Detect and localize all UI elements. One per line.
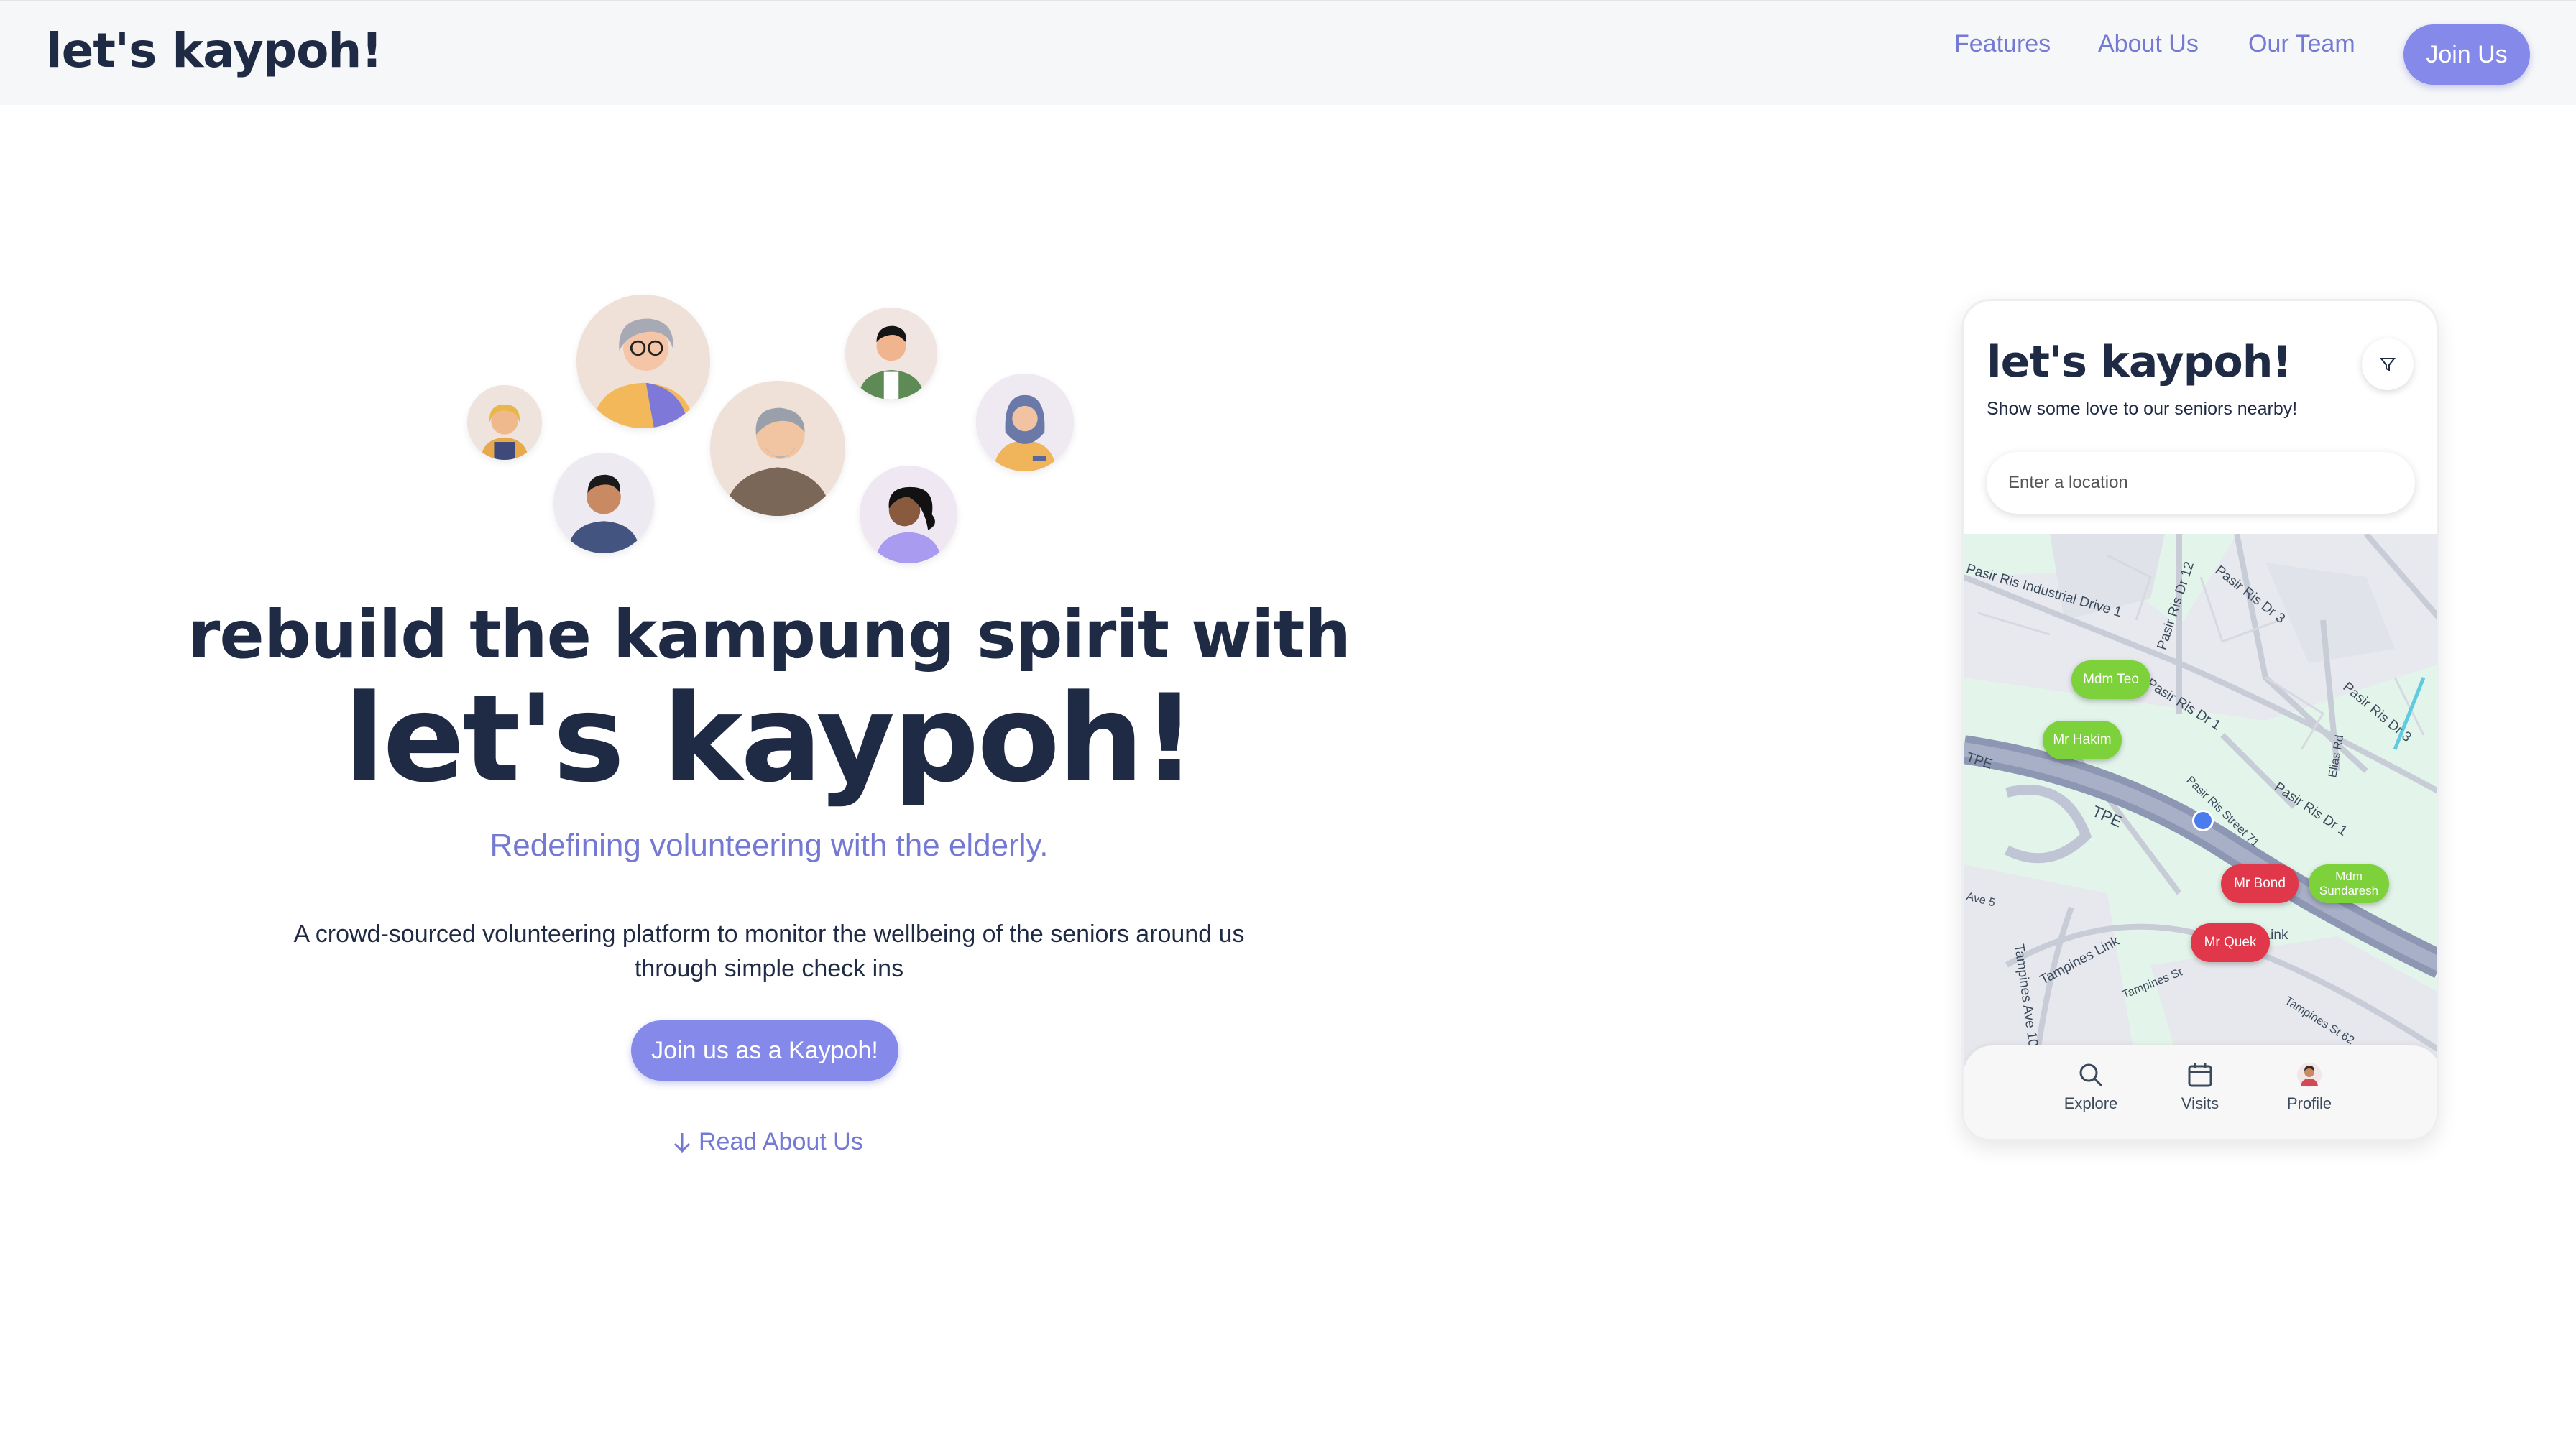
avatar-young-man-green xyxy=(845,308,937,400)
nav-features-link[interactable]: Features xyxy=(1954,30,2051,58)
tab-explore[interactable]: Explore xyxy=(2051,1061,2130,1113)
tab-explore-label: Explore xyxy=(2064,1094,2118,1112)
bottom-tab-bar: Explore Visits Profile xyxy=(1964,1045,2437,1139)
search-icon xyxy=(2079,1063,2103,1087)
avatar-elder-man-beard xyxy=(710,381,845,516)
tab-profile-label: Profile xyxy=(2286,1094,2332,1112)
join-as-kaypoh-button[interactable]: Join us as a Kaypoh! xyxy=(631,1020,898,1081)
filter-button[interactable] xyxy=(2362,338,2414,390)
brand-logo[interactable]: let's kaypoh! xyxy=(46,23,382,78)
nav-our-team-link[interactable]: Our Team xyxy=(2248,30,2355,58)
top-navbar: let's kaypoh! Features About Us Our Team… xyxy=(0,0,2576,105)
filter-icon xyxy=(2379,358,2396,371)
read-about-us-label: Read About Us xyxy=(699,1128,863,1155)
avatar-young-man xyxy=(553,453,654,553)
hero-headline-line1: rebuild the kampung spirit with xyxy=(188,596,1351,673)
avatar-elder-woman-blonde xyxy=(467,385,542,460)
avatar-woman-curly-hair xyxy=(860,466,957,563)
calendar-icon xyxy=(2188,1063,2212,1087)
tab-profile[interactable]: Profile xyxy=(2270,1061,2349,1113)
hero-description: A crowd-sourced volunteering platform to… xyxy=(293,920,1245,982)
avatar-woman-hijab xyxy=(976,374,1074,471)
tab-visits-label: Visits xyxy=(2181,1094,2220,1112)
hero-headline-brand: let's kaypoh! xyxy=(343,668,1197,809)
profile-avatar-icon xyxy=(2297,1063,2322,1087)
arrow-down-icon xyxy=(673,1132,691,1153)
senior-pin[interactable]: Mr Quek xyxy=(2191,923,2270,962)
nav-about-us-link[interactable]: About Us xyxy=(2098,30,2199,58)
senior-pin[interactable]: Mr Hakim xyxy=(2043,721,2122,759)
avatar-elder-woman-glasses xyxy=(576,295,710,428)
read-about-us-link[interactable]: Read About Us xyxy=(673,1128,863,1156)
senior-pin[interactable]: Mdm Teo xyxy=(2071,660,2150,699)
senior-pin[interactable]: Mr Bond xyxy=(2221,864,2299,903)
hero-tagline: Redefining volunteering with the elderly… xyxy=(489,828,1049,863)
location-search-input[interactable] xyxy=(1987,452,2415,514)
app-phone-mockup: let's kaypoh! Show some love to our seni… xyxy=(1961,299,2439,1141)
current-location-dot xyxy=(2192,810,2214,831)
app-subtitle: Show some love to our seniors nearby! xyxy=(1987,399,2298,419)
senior-pin[interactable]: Mdm Sundaresh xyxy=(2309,864,2389,903)
tab-visits[interactable]: Visits xyxy=(2161,1061,2240,1113)
join-us-button[interactable]: Join Us xyxy=(2404,24,2530,85)
map-view[interactable]: Pasir Ris Industrial Drive 1 Pasir Ris D… xyxy=(1964,534,2437,1066)
app-title: let's kaypoh! xyxy=(1987,337,2292,387)
